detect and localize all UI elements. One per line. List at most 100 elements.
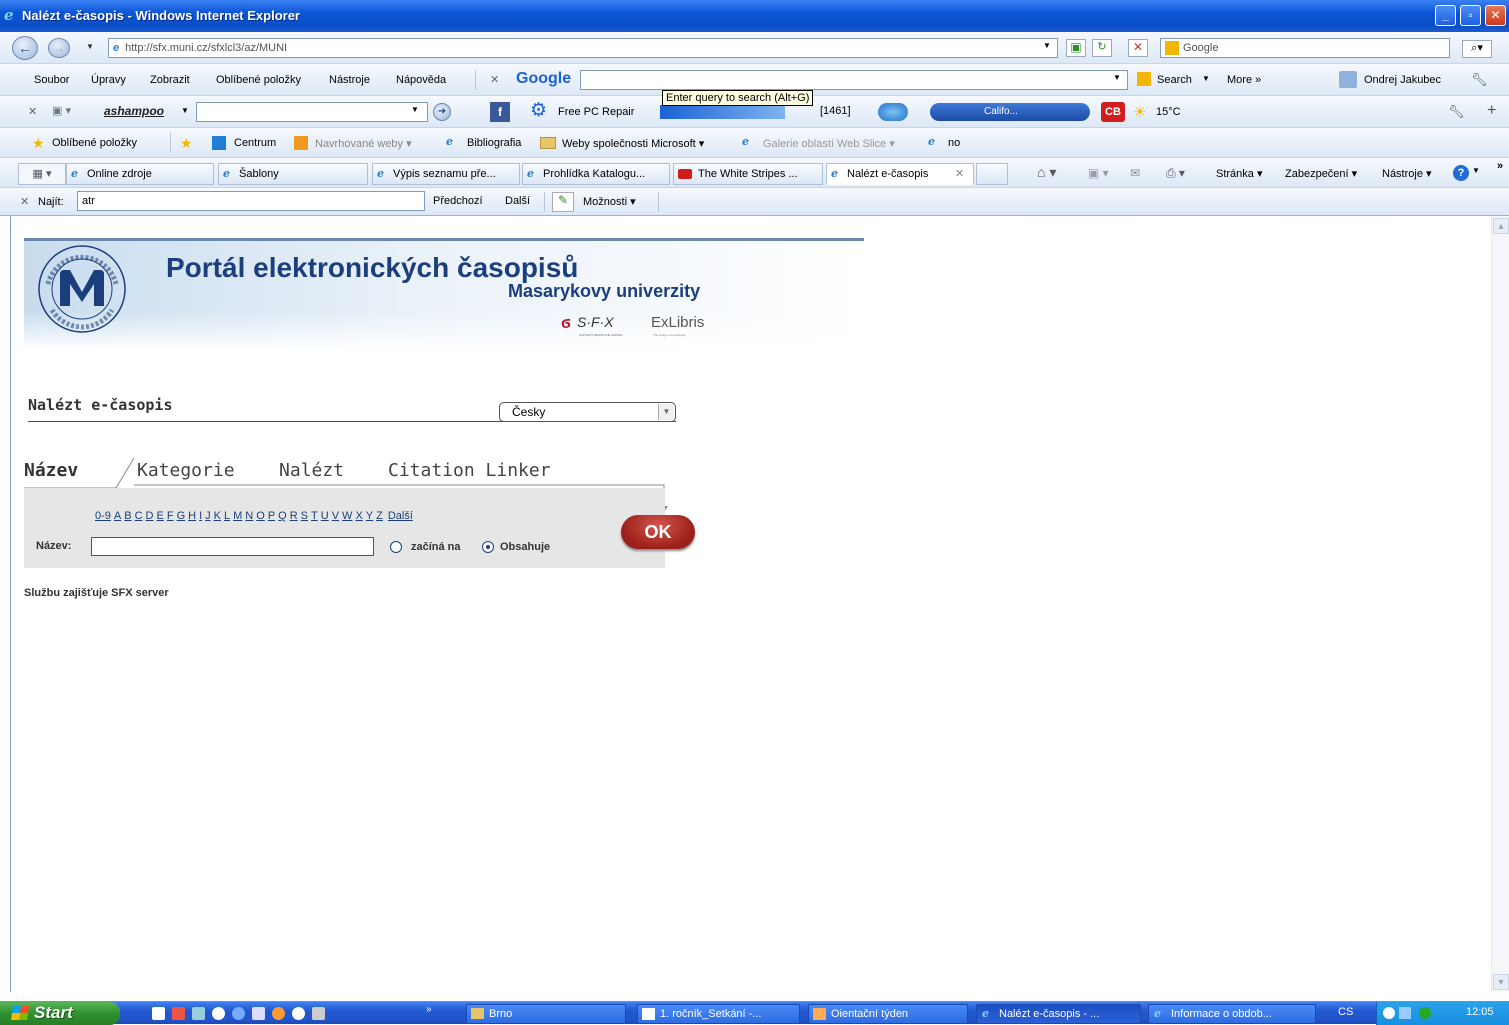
letter-link[interactable]: Z (376, 510, 383, 522)
mail-count[interactable]: [1461] (820, 105, 851, 117)
chevron-down-icon[interactable]: ▼ (181, 106, 189, 115)
language-select[interactable]: Česky ▼ (499, 402, 676, 422)
menu-favorites[interactable]: Oblíbené položky (216, 74, 301, 86)
tab-nalezt[interactable]: Nalézt (279, 460, 344, 481)
go-icon[interactable]: ➜ (433, 103, 451, 121)
quicklaunch-icon[interactable] (272, 1007, 285, 1020)
letter-link[interactable]: S (301, 510, 308, 522)
quicklaunch-icon[interactable] (212, 1007, 225, 1020)
maximize-button[interactable]: ▫ (1460, 5, 1481, 26)
quicklaunch-icon[interactable] (292, 1007, 305, 1020)
close-toolbar-icon[interactable]: ✕ (28, 105, 37, 118)
letter-link[interactable]: X (355, 510, 362, 522)
ashampoo-dropdown-icon[interactable]: ▼ (411, 105, 419, 114)
print-icon[interactable]: ⎙ ▾ (1166, 166, 1185, 181)
close-tab-icon[interactable]: ✕ (955, 164, 964, 184)
favorite-web-slice-gallery[interactable]: Galerie oblastí Web Slice ▾ (763, 137, 895, 150)
feeds-icon[interactable]: ▣ ▾ (1088, 166, 1109, 180)
google-more-button[interactable]: More » (1227, 74, 1261, 86)
back-button[interactable]: ← (12, 36, 38, 60)
task-word-doc[interactable]: 1. ročník_Setkání -... (637, 1004, 800, 1024)
letter-link[interactable]: K (214, 510, 221, 522)
menu-tools[interactable]: Nástroje (329, 74, 370, 86)
menu-file[interactable]: Soubor (34, 74, 69, 86)
tab-vypis-seznamu[interactable]: e Výpis seznamu pře... (372, 163, 520, 185)
ok-button[interactable]: OK (621, 515, 695, 549)
highlight-icon[interactable]: ✎ (552, 192, 574, 212)
url-dropdown-icon[interactable]: ▼ (1043, 41, 1051, 50)
tab-prohlidka-katalogu[interactable]: e Prohlídka Katalogu... (522, 163, 670, 185)
gear-icon[interactable]: ⚙ (530, 101, 547, 121)
close-toolbar-icon[interactable]: ✕ (490, 73, 499, 86)
cb-button[interactable]: CB (1101, 102, 1125, 122)
find-options-button[interactable]: Možnosti ▾ (583, 195, 636, 208)
close-button[interactable]: ✕ (1485, 5, 1506, 26)
letter-link[interactable]: P (268, 510, 275, 522)
tab-white-stripes[interactable]: The White Stripes ... (673, 163, 823, 185)
task-informace[interactable]: e Informace o obdob... (1148, 1004, 1316, 1024)
toolbar-menu-icon[interactable]: ▣ ▾ (52, 104, 71, 117)
letter-link[interactable]: O (256, 510, 265, 522)
chevron-down-icon[interactable]: ▼ (658, 404, 674, 420)
google-search-button[interactable]: Search (1157, 74, 1192, 86)
ashampoo-search-input[interactable] (196, 102, 428, 122)
task-orientation-week[interactable]: Oientační týden (808, 1004, 968, 1024)
letter-link[interactable]: J (205, 510, 211, 522)
scroll-up-icon[interactable]: ▲ (1493, 218, 1509, 234)
new-tab-button[interactable] (976, 163, 1008, 185)
favorites-button[interactable]: Oblíbené položky (52, 137, 137, 149)
letter-link[interactable]: 0-9 (95, 510, 111, 522)
stop-icon[interactable]: ✕ (1128, 39, 1148, 57)
tab-online-zdroje[interactable]: e Online zdroje (66, 163, 214, 185)
find-previous-button[interactable]: Předchozí (433, 195, 483, 207)
letter-link[interactable]: N (245, 510, 253, 522)
letter-link[interactable]: D (146, 510, 154, 522)
favorite-centrum[interactable]: Centrum (234, 137, 276, 149)
tab-citation-linker[interactable]: Citation Linker (388, 460, 551, 481)
letter-link[interactable]: Další (388, 510, 413, 522)
vertical-scrollbar[interactable]: ▲ ▼ (1491, 216, 1509, 992)
letter-link[interactable]: M (233, 510, 242, 522)
forward-button[interactable]: → (48, 38, 70, 58)
user-account-menu[interactable]: Ondrej Jakubec (1364, 74, 1441, 86)
chevron-down-icon[interactable]: ▼ (1472, 166, 1480, 175)
letter-link[interactable]: W (342, 510, 352, 522)
games-icon[interactable] (878, 103, 908, 121)
letter-link[interactable]: L (224, 510, 230, 522)
add-favorite-icon[interactable]: ★ (180, 135, 193, 152)
minimize-button[interactable]: _ (1435, 5, 1456, 26)
letter-link[interactable]: B (124, 510, 131, 522)
info-icon[interactable] (1419, 1007, 1431, 1019)
letter-link[interactable]: R (290, 510, 298, 522)
home-icon[interactable]: ⌂ ▾ (1037, 164, 1056, 181)
menu-view[interactable]: Zobrazit (150, 74, 190, 86)
refresh-icon[interactable]: ↻ (1092, 39, 1112, 57)
search-icon[interactable]: ⌕▾ (1462, 40, 1492, 58)
wrench-icon[interactable]: 🔧︎ (1471, 72, 1488, 88)
find-next-button[interactable]: Další (505, 195, 530, 207)
weather-temp[interactable]: 15°C (1156, 106, 1181, 118)
history-dropdown-icon[interactable]: ▼ (86, 42, 94, 51)
contains-radio[interactable] (482, 541, 494, 553)
command-overflow[interactable]: » (1497, 160, 1503, 172)
letter-link[interactable]: G (177, 510, 186, 522)
quicklaunch-overflow-icon[interactable]: » (426, 1004, 432, 1015)
letter-link[interactable]: V (332, 510, 339, 522)
letter-link[interactable]: Y (366, 510, 373, 522)
quicklaunch-icon[interactable] (192, 1007, 205, 1020)
title-search-input[interactable] (91, 537, 374, 556)
tab-sablony[interactable]: e Šablony (218, 163, 368, 185)
language-indicator[interactable]: CS (1338, 1006, 1353, 1018)
letter-link[interactable]: F (167, 510, 174, 522)
page-menu[interactable]: Stránka ▾ (1216, 167, 1263, 180)
letter-link[interactable]: C (135, 510, 143, 522)
tab-nalezt-ecasopis[interactable]: e Nalézt e-časopis ✕ (826, 163, 974, 185)
task-brno[interactable]: Brno (466, 1004, 626, 1024)
url-field[interactable]: e http://sfx.muni.cz/sfxlcl3/az/MUNI (108, 38, 1058, 58)
letter-link[interactable]: E (157, 510, 164, 522)
google-dropdown-icon[interactable]: ▼ (1113, 73, 1121, 82)
menu-edit[interactable]: Úpravy (91, 74, 126, 86)
facebook-icon[interactable]: f (490, 102, 510, 122)
add-icon[interactable]: + (1487, 102, 1496, 120)
favorite-microsoft-sites[interactable]: Weby společnosti Microsoft ▾ (562, 137, 704, 150)
